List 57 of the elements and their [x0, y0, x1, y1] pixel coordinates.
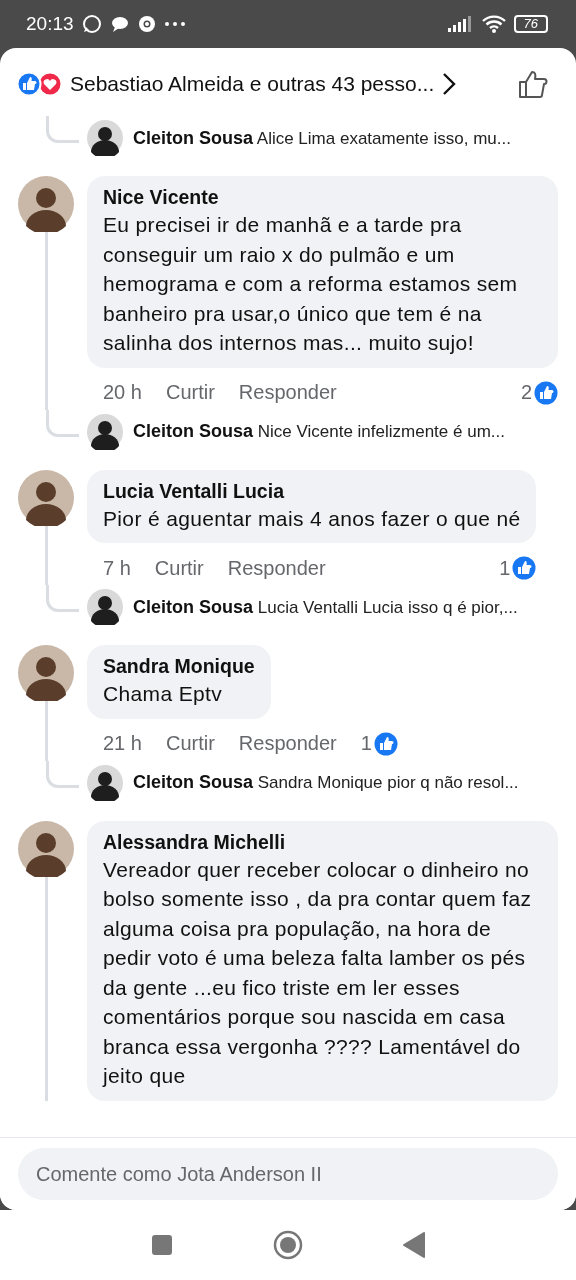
thread-connector: [46, 585, 79, 612]
wifi-icon: [481, 15, 506, 33]
reply-link[interactable]: Responder: [238, 732, 337, 755]
thread-connector: [46, 409, 79, 437]
browser-icon: [137, 15, 156, 33]
comment-text: Eu precisei ir de manhã e a tarde pra conseguir um raio x do pulmão e um hemograma e com a reforma estamos sem banheiro pra usar,o único que tem é na salinha dos internos mas... muito sujo!: [103, 212, 519, 356]
comment-field[interactable]: Comente como Jota Anderson II: [18, 1148, 558, 1200]
avatar[interactable]: [87, 413, 123, 450]
reaction-count: 2: [520, 381, 532, 404]
reaction-count: 1: [360, 732, 372, 755]
back-icon[interactable]: [403, 1232, 425, 1258]
avatar[interactable]: [18, 176, 74, 232]
like-link[interactable]: Curtir: [165, 381, 215, 404]
recents-icon[interactable]: [151, 1234, 173, 1256]
reaction-count: 1: [499, 556, 511, 580]
like-reaction-icon: [373, 731, 398, 756]
like-reaction-icon: [512, 556, 537, 580]
reply-preview[interactable]: Cleiton Sousa Lucia Ventalli Lucia isso q é pior,...: [133, 596, 518, 618]
comment-author[interactable]: Alessandra Michelli: [103, 828, 542, 855]
avatar[interactable]: [18, 469, 74, 526]
comment-time: 20 h: [103, 381, 142, 404]
avatar[interactable]: [87, 589, 123, 625]
comment-author[interactable]: Sandra Monique: [103, 653, 255, 679]
reply-preview[interactable]: Cleiton Sousa Nice Vicente infelizmente é um...: [133, 421, 505, 442]
avatar[interactable]: [87, 120, 123, 156]
thread-connector: [46, 116, 79, 143]
chevron-right-icon[interactable]: [442, 72, 457, 96]
battery-indicator: 76: [513, 15, 548, 33]
reply-preview[interactable]: Cleiton Sousa Sandra Monique pior q não resol...: [133, 772, 519, 793]
reply-link[interactable]: Responder: [227, 556, 326, 580]
like-link[interactable]: Curtir: [165, 732, 215, 755]
thumbs-up-icon[interactable]: [518, 69, 548, 99]
comment-author[interactable]: Lucia Ventalli Lucia: [103, 477, 521, 504]
more-icon: [163, 21, 186, 27]
signal-icon: [447, 16, 474, 32]
comment-text: Vereador quer receber colocar o dinheiro no bolso somente isso , da pra contar quem faz alguma coisa pra população, na hora de pedir voto é uma beleza falta lamber os pés da gente ...eu fico triste em ler esses comentários porque sou nascida em casa branca essa vergonha ???? Lamentável do jeito que: [103, 856, 533, 1089]
thread-line: [45, 701, 48, 761]
thread-line: [45, 525, 48, 585]
clock: 20:13: [26, 13, 74, 35]
avatar[interactable]: [18, 820, 74, 877]
reactions-summary[interactable]: Sebastiao Almeida e outras 43 pesso...: [70, 72, 435, 96]
speech-bubbles-icon: [109, 15, 130, 33]
like-reaction-icon: [534, 380, 558, 405]
like-heart-reactions-icon: [16, 71, 62, 97]
reply-link[interactable]: Responder: [238, 381, 337, 404]
avatar[interactable]: [18, 645, 74, 701]
comment-time: 21 h: [103, 732, 142, 755]
reply-preview[interactable]: Cleiton Sousa Alice Lima exatamente isso, mu...: [133, 127, 511, 149]
comment-time: 7 h: [103, 556, 131, 580]
comment-author[interactable]: Nice Vicente: [103, 184, 542, 210]
comment-text: Chama Eptv: [103, 681, 224, 707]
chat-app-icon: [81, 14, 102, 34]
home-icon[interactable]: [273, 1230, 303, 1260]
thread-connector: [46, 760, 79, 788]
comment-text: Pior é aguentar mais 4 anos fazer o que né: [103, 505, 521, 532]
like-link[interactable]: Curtir: [154, 556, 204, 580]
avatar[interactable]: [87, 764, 123, 801]
